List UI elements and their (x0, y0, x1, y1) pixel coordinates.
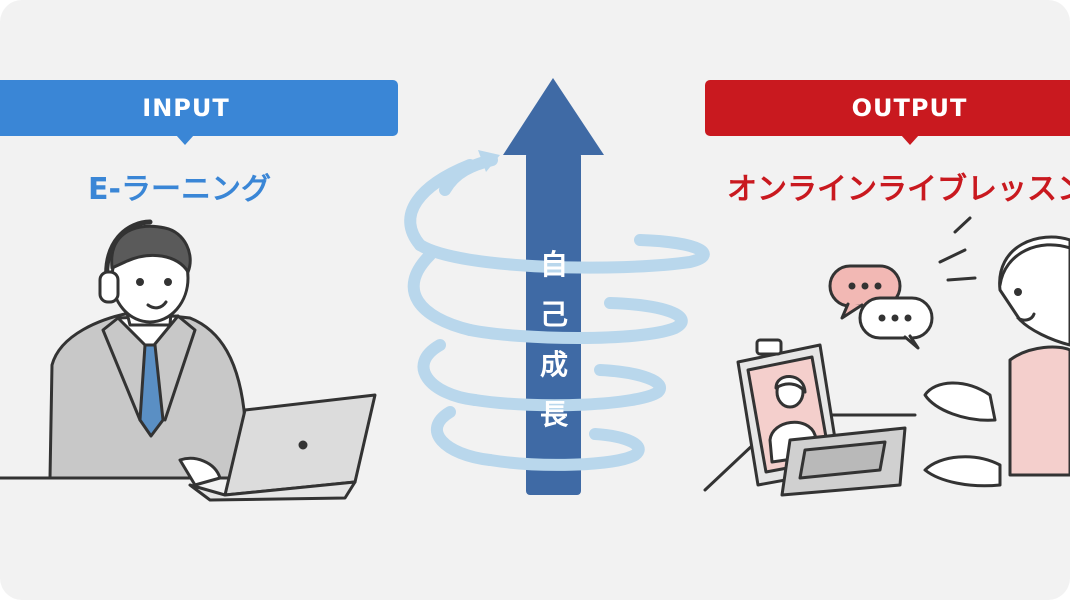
arrow-char-3: 成 (539, 348, 568, 381)
arrow-char-4: 長 (539, 398, 568, 431)
self-growth-label: 自 己 成 長 (526, 240, 582, 440)
chat-bubble-icon (828, 264, 934, 350)
spiral-back (404, 159, 496, 466)
online-lesson-scene (703, 216, 1070, 497)
man-with-laptop (0, 219, 377, 502)
arrow-char-1: 自 (539, 248, 568, 281)
growth-illustration-card: INPUT E-ラーニング OUTPUT オンラインライブレッスン 自 己 成 … (0, 0, 1070, 600)
arrow-char-2: 己 (539, 298, 568, 331)
